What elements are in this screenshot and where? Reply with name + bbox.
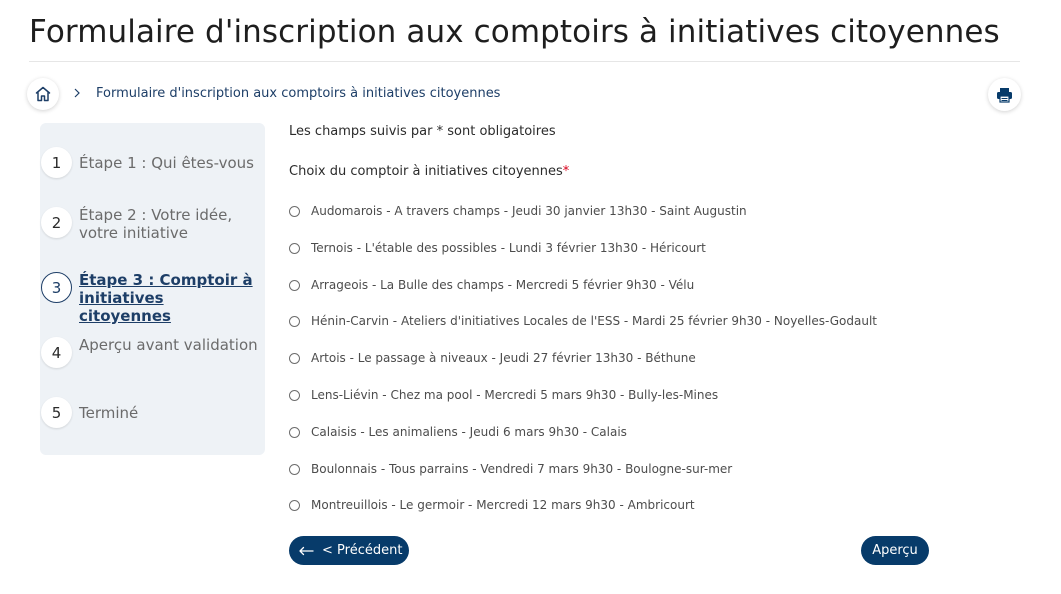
print-button[interactable] (988, 78, 1021, 111)
home-button[interactable] (27, 78, 59, 110)
arrow-left-icon (298, 546, 314, 556)
radio-button[interactable] (289, 463, 300, 475)
previous-button-label: < Précédent (322, 543, 403, 558)
option-label[interactable]: Lens-Liévin - Chez ma pool - Mercredi 5 … (311, 388, 718, 402)
preview-button[interactable]: Aperçu (861, 536, 929, 565)
previous-button[interactable]: < Précédent (289, 536, 409, 565)
home-icon (35, 86, 51, 102)
step-label: Étape 2 : Votre idée, votre initiative (79, 206, 233, 242)
printer-icon (997, 87, 1012, 103)
option-label[interactable]: Calaisis - Les animaliens - Jeudi 6 mars… (311, 425, 627, 439)
title-divider (29, 61, 1020, 62)
radio-button[interactable] (289, 389, 300, 401)
radio-button[interactable] (289, 242, 300, 254)
comptoir-option[interactable]: Montreuillois - Le germoir - Mercredi 12… (289, 495, 695, 515)
option-label[interactable]: Audomarois - A travers champs - Jeudi 30… (311, 204, 747, 218)
page-title: Formulaire d'inscription aux comptoirs à… (29, 14, 1000, 50)
preview-button-label: Aperçu (872, 543, 918, 558)
option-label[interactable]: Montreuillois - Le germoir - Mercredi 12… (311, 498, 695, 512)
required-marker: * (562, 164, 570, 179)
step-label-current: Étape 3 : Comptoir à initiatives citoyen… (79, 271, 253, 325)
option-label[interactable]: Boulonnais - Tous parrains - Vendredi 7 … (311, 462, 732, 476)
radio-button[interactable] (289, 426, 300, 438)
step-label: Étape 1 : Qui êtes-vous (79, 154, 254, 172)
comptoir-option[interactable]: Calaisis - Les animaliens - Jeudi 6 mars… (289, 422, 627, 442)
step-number: 2 (41, 207, 72, 238)
comptoir-option[interactable]: Artois - Le passage à niveaux - Jeudi 27… (289, 348, 696, 368)
option-label[interactable]: Artois - Le passage à niveaux - Jeudi 27… (311, 351, 696, 365)
step-number: 1 (41, 147, 72, 178)
radio-button[interactable] (289, 352, 300, 364)
step-number: 5 (41, 397, 72, 428)
required-fields-note: Les champs suivis par * sont obligatoire… (289, 124, 556, 139)
page: Formulaire d'inscription aux comptoirs à… (0, 0, 1061, 594)
radio-button[interactable] (289, 279, 300, 291)
comptoir-option[interactable]: Audomarois - A travers champs - Jeudi 30… (289, 201, 747, 221)
comptoir-option[interactable]: Lens-Liévin - Chez ma pool - Mercredi 5 … (289, 385, 718, 405)
option-label[interactable]: Ternois - L'étable des possibles - Lundi… (311, 241, 706, 255)
step-label: Aperçu avant validation (79, 336, 258, 354)
step-number: 4 (41, 337, 72, 368)
stepper-sidebar: 1 Étape 1 : Qui êtes-vous 2 Étape 2 : Vo… (40, 123, 265, 455)
comptoir-option[interactable]: Boulonnais - Tous parrains - Vendredi 7 … (289, 459, 732, 479)
comptoir-option[interactable]: Ternois - L'étable des possibles - Lundi… (289, 238, 706, 258)
option-label[interactable]: Hénin-Carvin - Ateliers d'initiatives Lo… (311, 314, 877, 328)
comptoir-option[interactable]: Arrageois - La Bulle des champs - Mercre… (289, 275, 694, 295)
option-label[interactable]: Arrageois - La Bulle des champs - Mercre… (311, 278, 694, 292)
radio-button[interactable] (289, 499, 300, 511)
radio-button[interactable] (289, 205, 300, 217)
comptoir-field-label: Choix du comptoir à initiatives citoyenn… (289, 164, 569, 179)
field-label-text: Choix du comptoir à initiatives citoyenn… (289, 164, 563, 179)
step-label: Terminé (79, 404, 139, 422)
comptoir-option[interactable]: Hénin-Carvin - Ateliers d'initiatives Lo… (289, 311, 877, 331)
radio-button[interactable] (289, 315, 300, 327)
breadcrumb-current-link[interactable]: Formulaire d'inscription aux comptoirs à… (96, 86, 500, 101)
step-number: 3 (41, 272, 72, 303)
chevron-right-icon (72, 85, 82, 101)
